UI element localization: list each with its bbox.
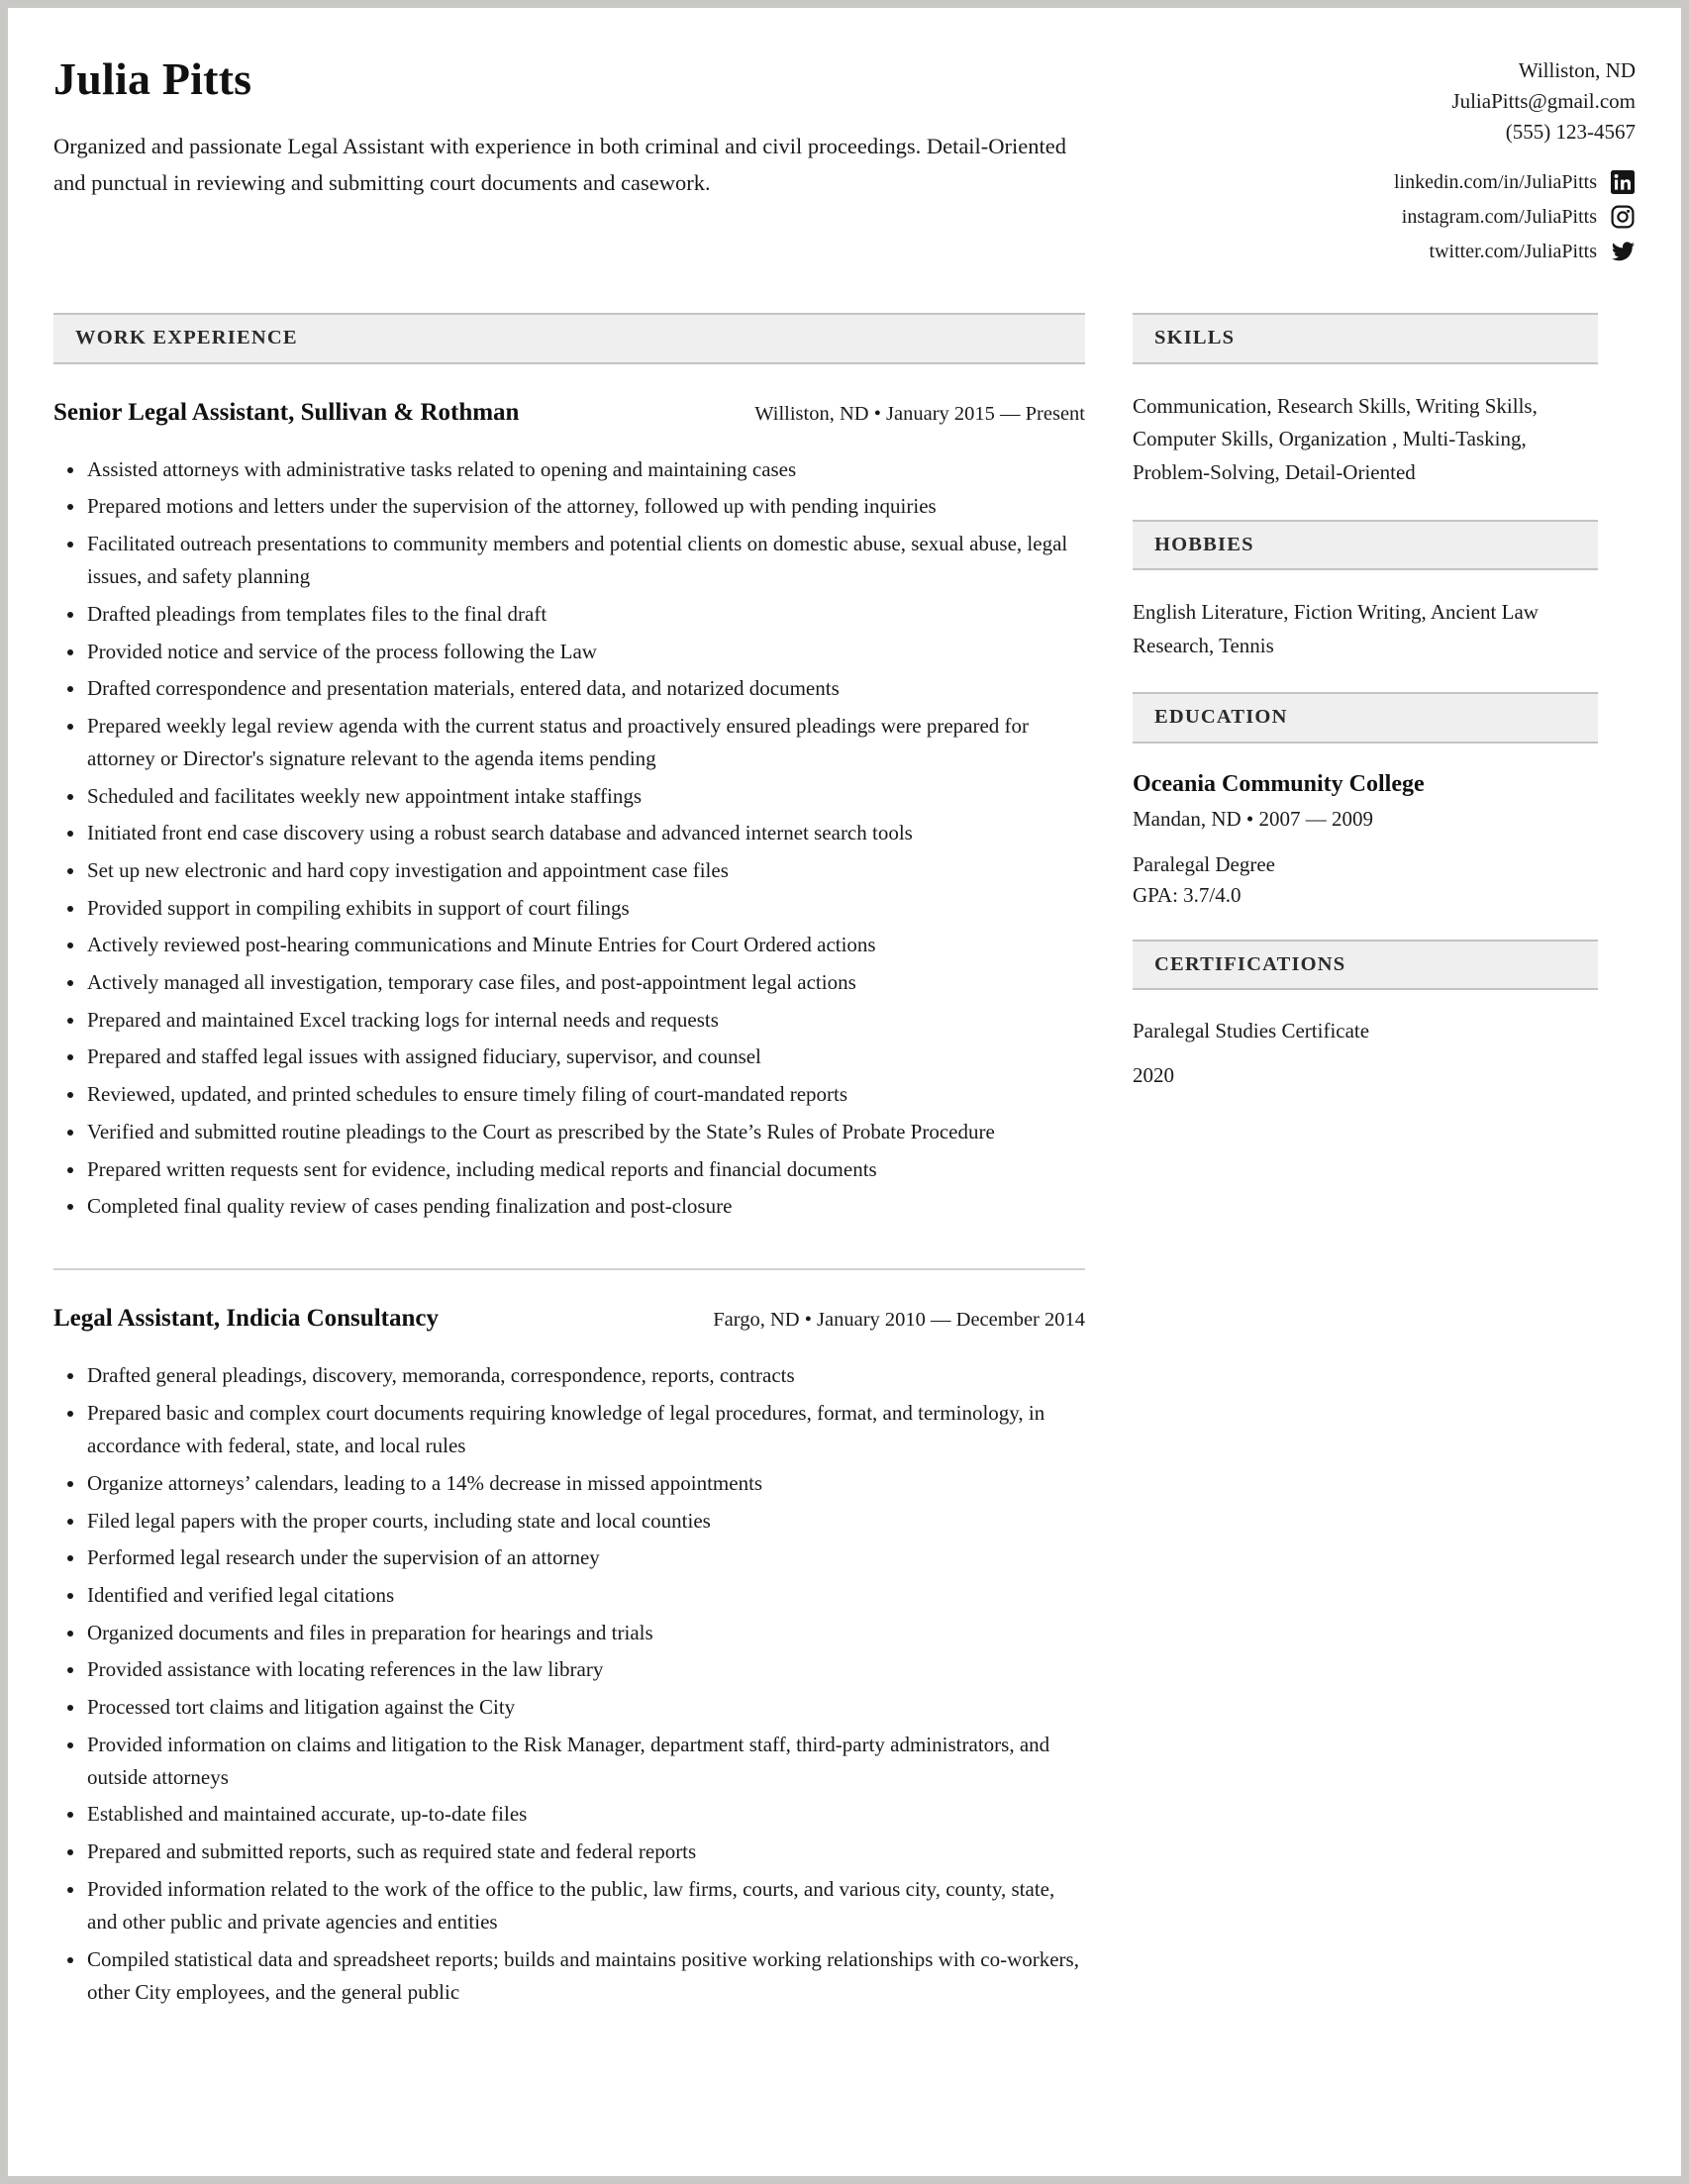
header-left: Julia Pitts Organized and passionate Leg… [53, 51, 1103, 201]
job-location-dates: Fargo, ND • January 2010 — December 2014 [713, 1309, 1085, 1332]
list-item: Scheduled and facilitates weekly new app… [53, 780, 1085, 813]
job-location-dates: Williston, ND • January 2015 — Present [754, 402, 1085, 425]
list-item: Processed tort claims and litigation aga… [53, 1691, 1085, 1724]
certification-entry: Paralegal Studies Certificate 2020 [1133, 1016, 1598, 1090]
education-school: Oceania Community College [1133, 770, 1425, 797]
job-header: Senior Legal Assistant, Sullivan & Rothm… [53, 398, 1085, 428]
resume-body: WORK EXPERIENCE Senior Legal Assistant, … [53, 313, 1636, 2013]
resume-page: Julia Pitts Organized and passionate Leg… [8, 8, 1681, 2176]
list-item: Performed legal research under the super… [53, 1541, 1085, 1574]
section-title-certifications: CERTIFICATIONS [1154, 952, 1346, 975]
list-item: Prepared basic and complex court documen… [53, 1397, 1085, 1462]
certification-name: Paralegal Studies Certificate [1133, 1019, 1370, 1043]
job-entry: Legal Assistant, Indicia Consultancy Far… [53, 1304, 1085, 2009]
list-item: Verified and submitted routine pleadings… [53, 1116, 1085, 1148]
list-item: Organized documents and files in prepara… [53, 1617, 1085, 1649]
education-location-dates: Mandan, ND • 2007 — 2009 [1133, 806, 1373, 831]
contact-email[interactable]: JuliaPitts@gmail.com [1170, 86, 1636, 117]
twitter-icon [1610, 239, 1636, 264]
hobbies-text: English Literature, Fiction Writing, Anc… [1133, 600, 1539, 657]
list-item: Reviewed, updated, and printed schedules… [53, 1078, 1085, 1111]
linkedin-url-label: linkedin.com/in/JuliaPitts [1394, 171, 1597, 194]
list-item: Provided information on claims and litig… [53, 1729, 1085, 1794]
list-item: Assisted attorneys with administrative t… [53, 453, 1085, 486]
job-title: Legal Assistant, Indicia Consultancy [53, 1305, 439, 1333]
education-entry: Oceania Community College Mandan, ND • 2… [1133, 769, 1598, 910]
list-item: Provided notice and service of the proce… [53, 636, 1085, 668]
list-item: Established and maintained accurate, up-… [53, 1798, 1085, 1831]
section-header-certifications: CERTIFICATIONS [1133, 939, 1598, 991]
section-title-hobbies: HOBBIES [1154, 533, 1254, 555]
skills-text: Communication, Research Skills, Writing … [1133, 393, 1538, 484]
list-item: Actively reviewed post-hearing communica… [53, 929, 1085, 961]
job-bullet-list: Assisted attorneys with administrative t… [53, 453, 1085, 1224]
list-item: Drafted correspondence and presentation … [53, 672, 1085, 705]
social-link-instagram[interactable]: instagram.com/JuliaPitts [1170, 204, 1636, 230]
list-item: Identified and verified legal citations [53, 1579, 1085, 1612]
job-entry: Senior Legal Assistant, Sullivan & Rothm… [53, 398, 1085, 1224]
contact-location: Williston, ND [1518, 58, 1636, 82]
sidebar-section-hobbies: HOBBIES English Literature, Fiction Writ… [1133, 519, 1598, 663]
section-header-hobbies: HOBBIES [1133, 519, 1598, 571]
twitter-url-label: twitter.com/JuliaPitts [1429, 241, 1597, 263]
list-item: Organize attorneys’ calendars, leading t… [53, 1467, 1085, 1500]
page-title: Julia Pitts [53, 53, 252, 104]
resume-header: Julia Pitts Organized and passionate Leg… [53, 51, 1636, 273]
list-item: Drafted general pleadings, discovery, me… [53, 1359, 1085, 1392]
sidebar-column: SKILLS Communication, Research Skills, W… [1133, 313, 1598, 1120]
section-title-education: EDUCATION [1154, 706, 1288, 729]
section-header-skills: SKILLS [1133, 313, 1598, 364]
list-item: Prepared weekly legal review agenda with… [53, 710, 1085, 775]
list-item: Prepared and submitted reports, such as … [53, 1836, 1085, 1868]
instagram-url-label: instagram.com/JuliaPitts [1401, 206, 1597, 229]
section-header-education: EDUCATION [1133, 692, 1598, 744]
sidebar-section-education: EDUCATION Oceania Community College Mand… [1133, 692, 1598, 910]
profile-summary: Organized and passionate Legal Assistant… [53, 134, 1067, 195]
contact-phone: (555) 123-4567 [1505, 120, 1636, 145]
job-header: Legal Assistant, Indicia Consultancy Far… [53, 1304, 1085, 1334]
section-title-skills: SKILLS [1154, 327, 1236, 349]
job-divider [53, 1268, 1085, 1271]
main-column: WORK EXPERIENCE Senior Legal Assistant, … [53, 313, 1133, 2013]
sidebar-section-certifications: CERTIFICATIONS Paralegal Studies Certifi… [1133, 939, 1598, 1090]
list-item: Prepared and staffed legal issues with a… [53, 1041, 1085, 1073]
education-gpa: GPA: 3.7/4.0 [1133, 882, 1242, 907]
list-item: Prepared written requests sent for evide… [53, 1153, 1085, 1186]
section-title-work-experience: WORK EXPERIENCE [75, 327, 298, 349]
list-item: Completed final quality review of cases … [53, 1190, 1085, 1223]
list-item: Provided support in compiling exhibits i… [53, 892, 1085, 925]
social-link-linkedin[interactable]: linkedin.com/in/JuliaPitts [1170, 169, 1636, 195]
certification-year: 2020 [1133, 1062, 1174, 1087]
education-degree: Paralegal Degree [1133, 852, 1275, 877]
linkedin-icon [1610, 169, 1636, 195]
sidebar-section-skills: SKILLS Communication, Research Skills, W… [1133, 313, 1598, 489]
list-item: Facilitated outreach presentations to co… [53, 528, 1085, 593]
list-item: Filed legal papers with the proper court… [53, 1505, 1085, 1538]
list-item: Prepared motions and letters under the s… [53, 490, 1085, 523]
list-item: Initiated front end case discovery using… [53, 817, 1085, 849]
list-item: Provided assistance with locating refere… [53, 1653, 1085, 1686]
instagram-icon [1610, 204, 1636, 230]
list-item: Compiled statistical data and spreadshee… [53, 1943, 1085, 2009]
social-link-twitter[interactable]: twitter.com/JuliaPitts [1170, 239, 1636, 264]
job-bullet-list: Drafted general pleadings, discovery, me… [53, 1359, 1085, 2009]
list-item: Provided information related to the work… [53, 1873, 1085, 1938]
social-links: linkedin.com/in/JuliaPitts instagram.com… [1170, 169, 1636, 264]
list-item: Prepared and maintained Excel tracking l… [53, 1004, 1085, 1037]
list-item: Drafted pleadings from templates files t… [53, 598, 1085, 631]
list-item: Actively managed all investigation, temp… [53, 966, 1085, 999]
job-title: Senior Legal Assistant, Sullivan & Rothm… [53, 398, 520, 426]
list-item: Set up new electronic and hard copy inve… [53, 854, 1085, 887]
section-header-work-experience: WORK EXPERIENCE [53, 313, 1085, 364]
contact-block: Williston, ND JuliaPitts@gmail.com (555)… [1170, 51, 1636, 273]
